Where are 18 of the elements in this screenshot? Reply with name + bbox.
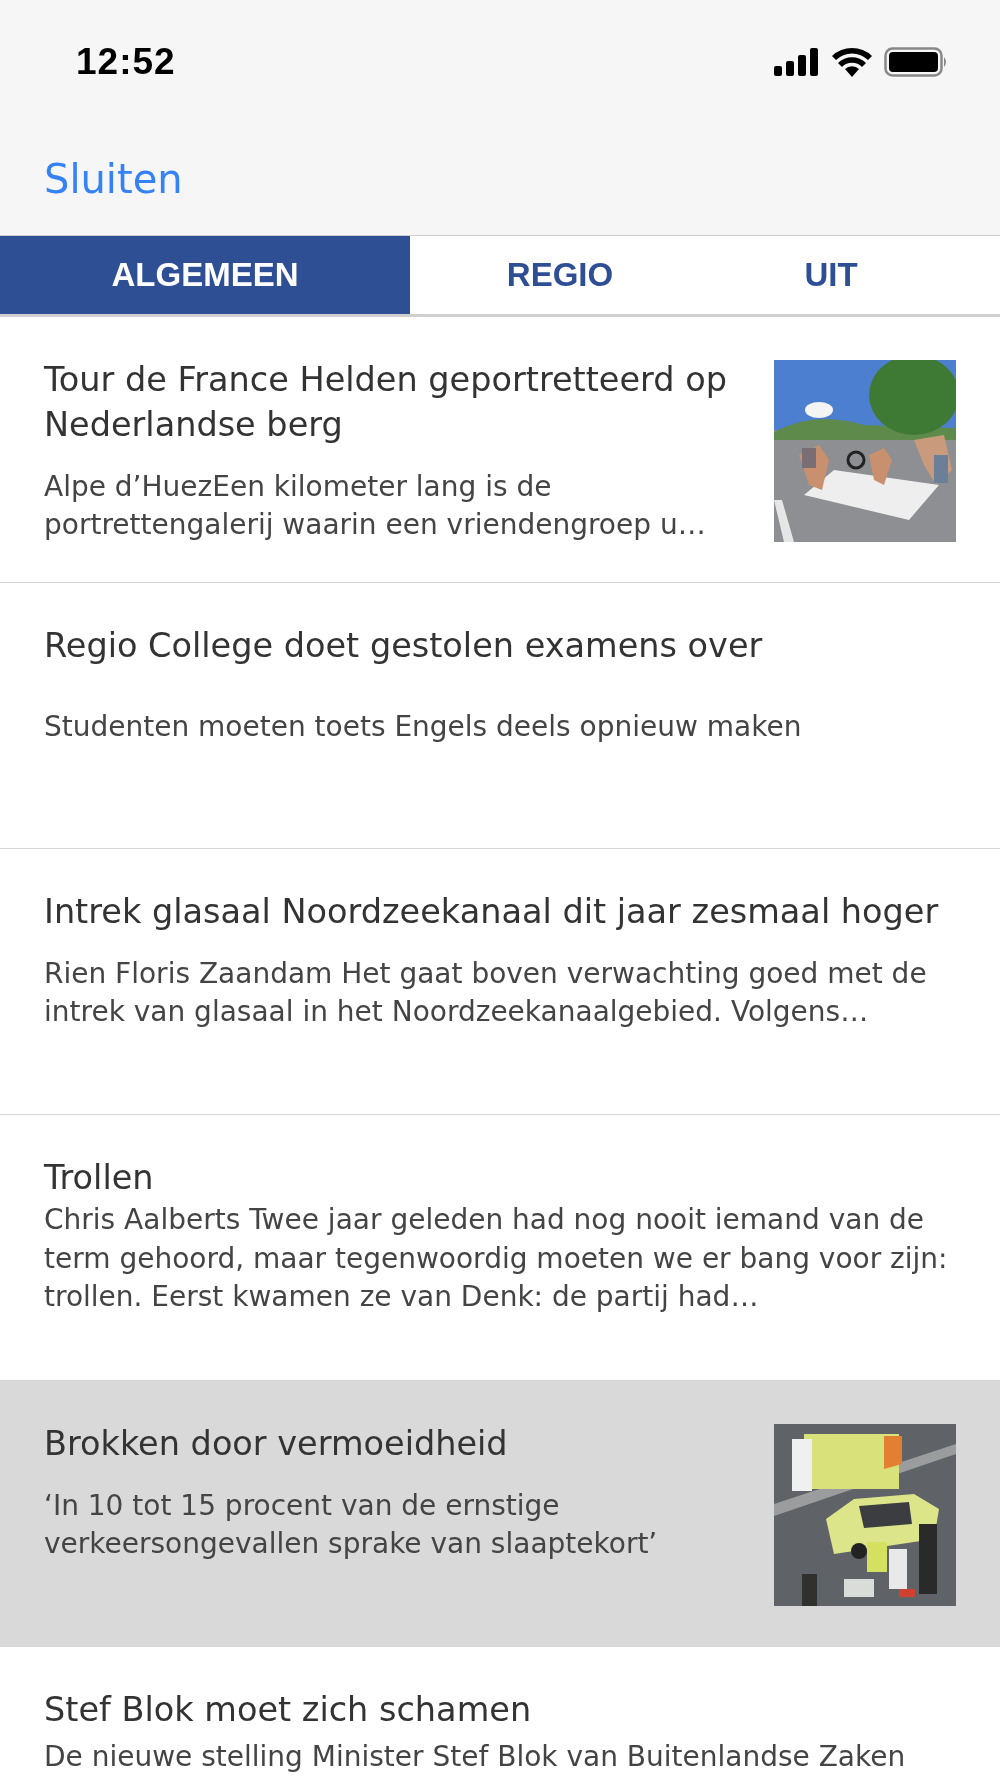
article-title: Trollen xyxy=(44,1157,155,1199)
tab[interactable]: ALGEMEEN xyxy=(0,236,410,314)
article-title: Tour de France Helden geportretteerd op Nederlandse berg xyxy=(44,359,728,446)
signal-icon xyxy=(774,48,820,76)
article-title: Regio College doet gestolen examens over xyxy=(44,625,764,667)
article-summary: ‘In 10 tot 15 procent van de ernstige verkeersongevallen sprake van slaaptekort’ xyxy=(44,1487,659,1562)
article-title: Stef Blok moet zich schamen xyxy=(44,1689,533,1731)
battery-icon xyxy=(884,47,948,77)
article-summary: Alpe d’HuezEen kilometer lang is de portrettengalerij waarin een vriendengroep u… xyxy=(44,468,707,543)
status-time: 12:52 xyxy=(76,41,176,83)
article-title: Brokken door vermoeidheid xyxy=(44,1423,509,1465)
article-summary: Studenten moeten toets Engels deels opnieuw maken xyxy=(44,708,802,745)
article-row[interactable]: Brokken door vermoeidheid ‘In 10 tot 15 procent van de ernstige verkeersongevallen sprake van slaaptekort’ xyxy=(0,1381,1000,1647)
wifi-icon xyxy=(832,47,872,77)
article-title: Intrek glasaal Noordzeekanaal dit jaar zesmaal hoger xyxy=(44,891,940,933)
article-summary: De nieuwe stelling Minister Stef Blok van Buitenlandse Zaken xyxy=(44,1739,906,1775)
article-summary: Rien Floris Zaandam Het gaat boven verwachting goed met de intrek van glasaal in het Noordzeekanaalgebied. Volgens… xyxy=(44,955,928,1030)
article-summary: Chris Aalberts Twee jaar geleden had nog nooit iemand van de term gehoord, maar tegenwoordig moeten we er bang voor zijn: trollen. Eerst kwamen ze van Denk: de partij had… xyxy=(44,1202,949,1316)
